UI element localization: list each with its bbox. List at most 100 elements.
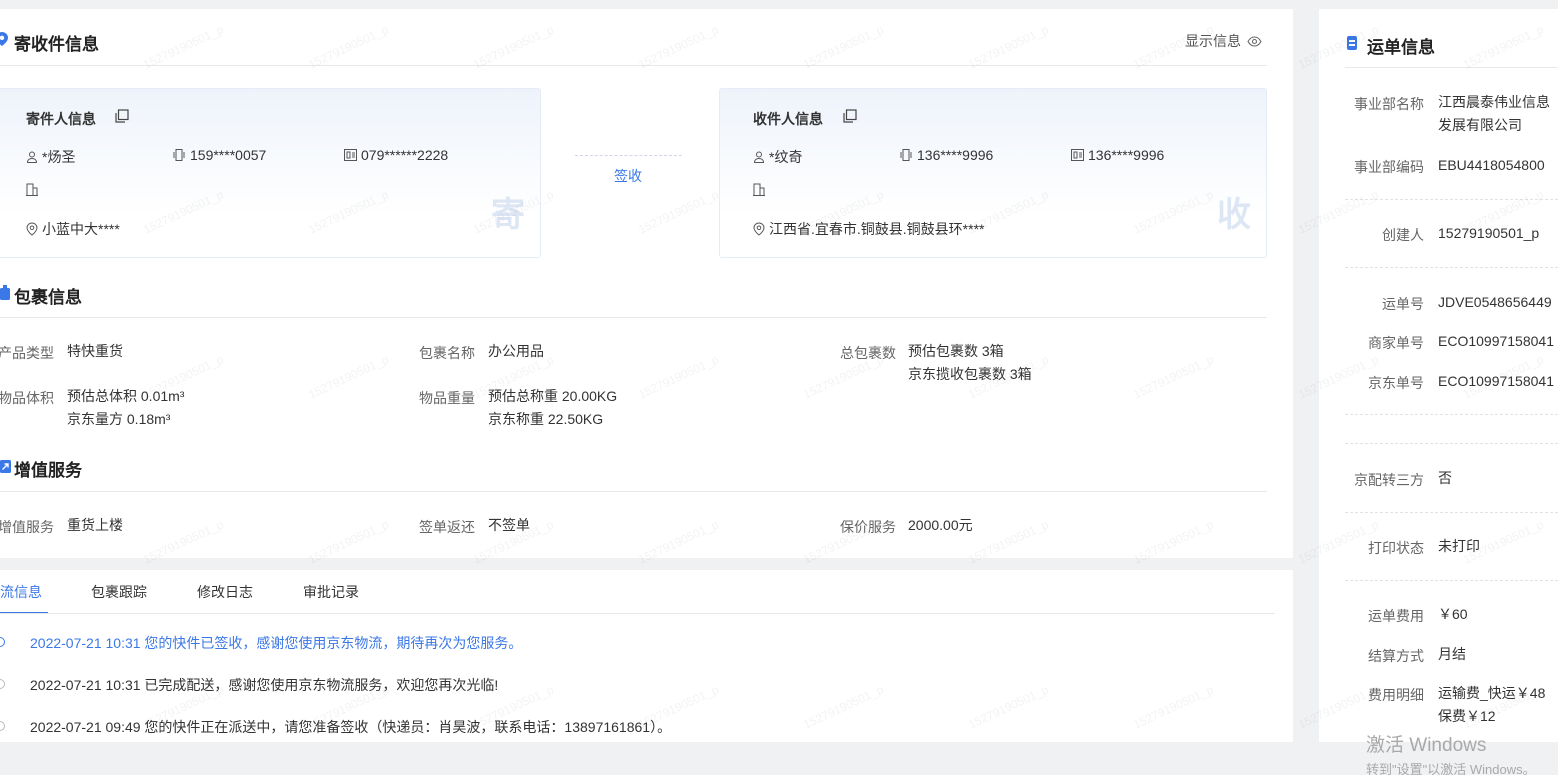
receiver-card-title: 收件人信息 (753, 111, 823, 127)
sender-mobile: 159****0057 (172, 147, 266, 163)
fee-value: ￥60 (1438, 606, 1468, 622)
section-title-package: 包裹信息 (14, 288, 82, 307)
sign-status: 签收 (614, 168, 642, 184)
tab-approval-records[interactable]: 审批记录 (303, 582, 359, 602)
fee-detail-label: 费用明细 (1368, 687, 1424, 703)
return-label: 签单返还 (419, 519, 475, 535)
section-title-sender-receiver: 寄收件信息 (14, 35, 99, 54)
windows-activation-line2: 转到"设置"以激活 Windows。 (1366, 762, 1536, 775)
jd-no-value: ECO10997158041 (1438, 373, 1554, 389)
sender-address: 小蓝中大**** (26, 219, 120, 239)
location-pin-icon (0, 32, 8, 46)
waybill-icon-line (1349, 40, 1355, 42)
dept-name-line1: 江西晨泰伟业信息 (1438, 94, 1550, 110)
sender-phone: 079******2228 (344, 147, 448, 163)
person-icon (26, 151, 38, 163)
divider (1345, 414, 1558, 415)
receiver-card: 收件人信息 *纹奇 136****9996 136****9996 江西省.宜春… (719, 88, 1267, 258)
waybill-no-label: 运单号 (1382, 296, 1424, 312)
mobile-icon (173, 149, 185, 161)
tabs-divider (0, 613, 1275, 614)
fee-detail-line1: 运输费_快运￥48 (1438, 685, 1546, 701)
dept-name-line2: 发展有限公司 (1438, 117, 1522, 133)
location-icon (26, 222, 38, 236)
mobile-icon (900, 149, 912, 161)
divider (1345, 199, 1558, 200)
waybill-title: 运单信息 (1367, 38, 1435, 57)
divider (0, 317, 1267, 318)
windows-activation-notice: 激活 Windows 转到"设置"以激活 Windows。 (1366, 730, 1536, 775)
tab-package-tracking[interactable]: 包裹跟踪 (91, 582, 147, 602)
creator-value: 15279190501_p (1438, 225, 1540, 241)
divider (0, 491, 1267, 492)
tab-logistics[interactable]: 物流信息 (0, 582, 42, 602)
insure-label: 保价服务 (840, 519, 896, 535)
third-party-value: 否 (1438, 470, 1452, 486)
product-type-label: 产品类型 (0, 345, 54, 361)
building-icon (753, 183, 765, 196)
print-status-label: 打印状态 (1368, 540, 1424, 556)
volume-est: 预估总体积 0.01m³ (67, 388, 185, 404)
copy-icon[interactable] (115, 109, 129, 123)
receiver-phone: 136****9996 (1071, 147, 1164, 163)
sender-receiver-panel: 寄收件信息 显示信息 寄件人信息 *炀圣 159****0057 079****… (0, 9, 1293, 558)
dept-name-label: 事业部名称 (1354, 96, 1424, 112)
timeline-dot (0, 679, 5, 689)
logistics-panel: 物流信息 包裹跟踪 修改日志 审批记录 2022-07-21 10:31 您的快… (0, 570, 1293, 742)
third-party-label: 京配转三方 (1354, 472, 1424, 488)
package-name-value: 办公用品 (488, 343, 544, 359)
show-info-label: 显示信息 (1185, 33, 1241, 49)
show-info-toggle[interactable]: 显示信息 (1185, 31, 1262, 51)
package-name-label: 包裹名称 (419, 345, 475, 361)
dept-code-label: 事业部编码 (1354, 159, 1424, 175)
sender-name: *炀圣 (26, 147, 75, 167)
merchant-no-label: 商家单号 (1368, 335, 1424, 351)
divider (1345, 443, 1558, 444)
service-label: 增值服务 (0, 519, 54, 535)
receiver-watermark-char: 收 (1217, 196, 1251, 234)
timeline-dot (0, 721, 5, 731)
settle-value: 月结 (1438, 646, 1466, 662)
receiver-mobile: 136****9996 (899, 147, 993, 163)
jd-no-label: 京东单号 (1368, 375, 1424, 391)
total-count-jd: 京东揽收包裹数 3箱 (908, 366, 1032, 382)
waybill-panel: 运单信息 事业部名称 江西晨泰伟业信息 发展有限公司 事业部编码 EBU4418… (1319, 9, 1558, 742)
fee-detail-line2: 保费￥12 (1438, 708, 1496, 724)
eye-icon (1247, 35, 1262, 47)
person-icon (753, 151, 765, 163)
tab-change-log[interactable]: 修改日志 (197, 582, 253, 602)
dept-code-value: EBU4418054800 (1438, 157, 1545, 173)
sender-card: 寄件人信息 *炀圣 159****0057 079******2228 小蓝中大… (0, 88, 541, 258)
sender-card-title: 寄件人信息 (26, 111, 96, 127)
sender-company (26, 183, 42, 196)
volume-label: 物品体积 (0, 390, 54, 406)
merchant-no-value: ECO10997158041 (1438, 333, 1554, 349)
telephone-icon (344, 149, 357, 161)
total-count-label: 总包裹数 (840, 345, 896, 361)
log-entry: 2022-07-21 10:31 您的快件已签收，感谢您使用京东物流，期待再次为… (30, 635, 523, 651)
waybill-no-value[interactable]: JDVE0548656449 (1438, 291, 1552, 314)
windows-activation-line1: 激活 Windows (1366, 735, 1487, 756)
volume-jd: 京东量方 0.18m³ (67, 411, 171, 427)
return-value: 不签单 (488, 517, 530, 533)
sender-watermark-char: 寄 (491, 196, 525, 234)
divider (0, 65, 1267, 66)
connector-line (575, 155, 682, 156)
timeline-dot (0, 637, 5, 647)
value-added-icon (0, 460, 11, 473)
insure-value: 2000.00元 (908, 517, 973, 533)
package-icon (0, 285, 10, 300)
waybill-icon-line (1349, 44, 1355, 46)
divider (1345, 67, 1558, 68)
telephone-icon (1071, 149, 1084, 161)
product-type-value: 特快重货 (67, 343, 123, 359)
print-status-value: 未打印 (1438, 538, 1480, 554)
receiver-company (753, 183, 769, 196)
fee-label: 运单费用 (1368, 608, 1424, 624)
divider (1345, 267, 1558, 268)
receiver-address: 江西省.宜春市.铜鼓县.铜鼓县环**** (753, 219, 984, 239)
receiver-name: *纹奇 (753, 147, 802, 167)
section-title-value-added: 增值服务 (14, 461, 82, 480)
creator-label: 创建人 (1382, 227, 1424, 243)
copy-icon[interactable] (843, 109, 857, 123)
